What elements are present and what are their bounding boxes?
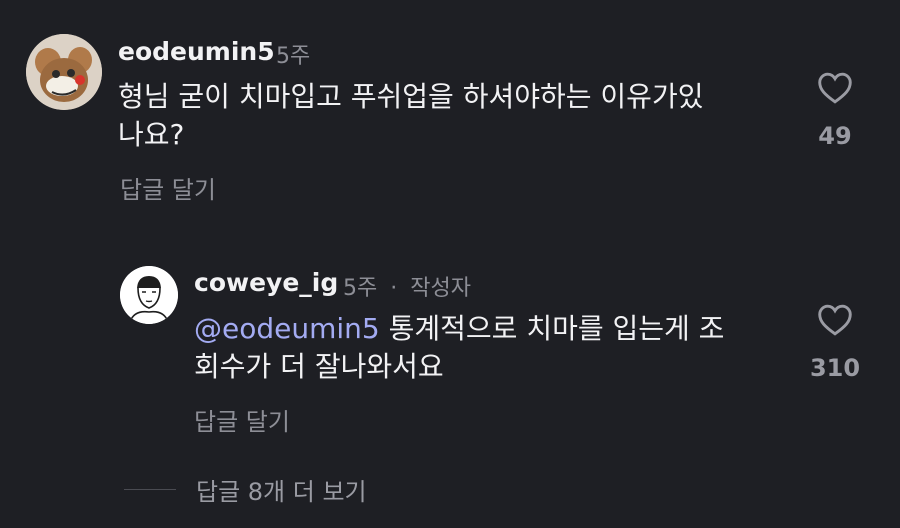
- reply-meta: 5주 · 작성자: [343, 270, 471, 302]
- heart-icon[interactable]: [817, 72, 853, 104]
- comment-like-group: 49: [799, 72, 871, 150]
- comment-username[interactable]: eodeumin5: [118, 37, 275, 66]
- comment-reply-button[interactable]: 답글 달기: [120, 170, 216, 205]
- view-more-replies-button[interactable]: 답글 8개 더 보기: [196, 472, 367, 507]
- view-more-divider: [124, 489, 176, 490]
- comment-text-line-2: 나요?: [118, 118, 185, 151]
- reply-text-line-1: @eodeumin5 통계적으로 치마를 입는게 조: [194, 310, 724, 348]
- reply-mention-link[interactable]: @eodeumin5: [194, 312, 380, 345]
- reply-reply-button[interactable]: 답글 달기: [194, 402, 290, 437]
- comment-like-count: 49: [818, 122, 852, 150]
- comment-timestamp: 5주: [276, 44, 311, 69]
- line-drawing-face-avatar-icon: [120, 266, 178, 324]
- reply-like-group: 310: [799, 304, 871, 382]
- cartoon-mouse-avatar-icon: [26, 34, 102, 110]
- reply-text-line-1-rest: 통계적으로 치마를 입는게 조: [379, 312, 725, 345]
- heart-icon[interactable]: [817, 304, 853, 336]
- author-badge: 작성자: [410, 276, 471, 301]
- reply-meta-separator: ·: [390, 276, 398, 301]
- reply-text-line-2: 회수가 더 잘나와서요: [194, 350, 444, 383]
- reply-avatar[interactable]: [120, 266, 178, 324]
- reply-timestamp: 5주: [343, 276, 378, 301]
- reply-like-count: 310: [809, 354, 861, 382]
- comment-text-line-1: 형님 굳이 치마입고 푸쉬업을 하셔야하는 이유가있: [118, 80, 704, 113]
- comment-avatar[interactable]: [26, 34, 102, 110]
- reply-username[interactable]: coweye_ig: [194, 268, 338, 297]
